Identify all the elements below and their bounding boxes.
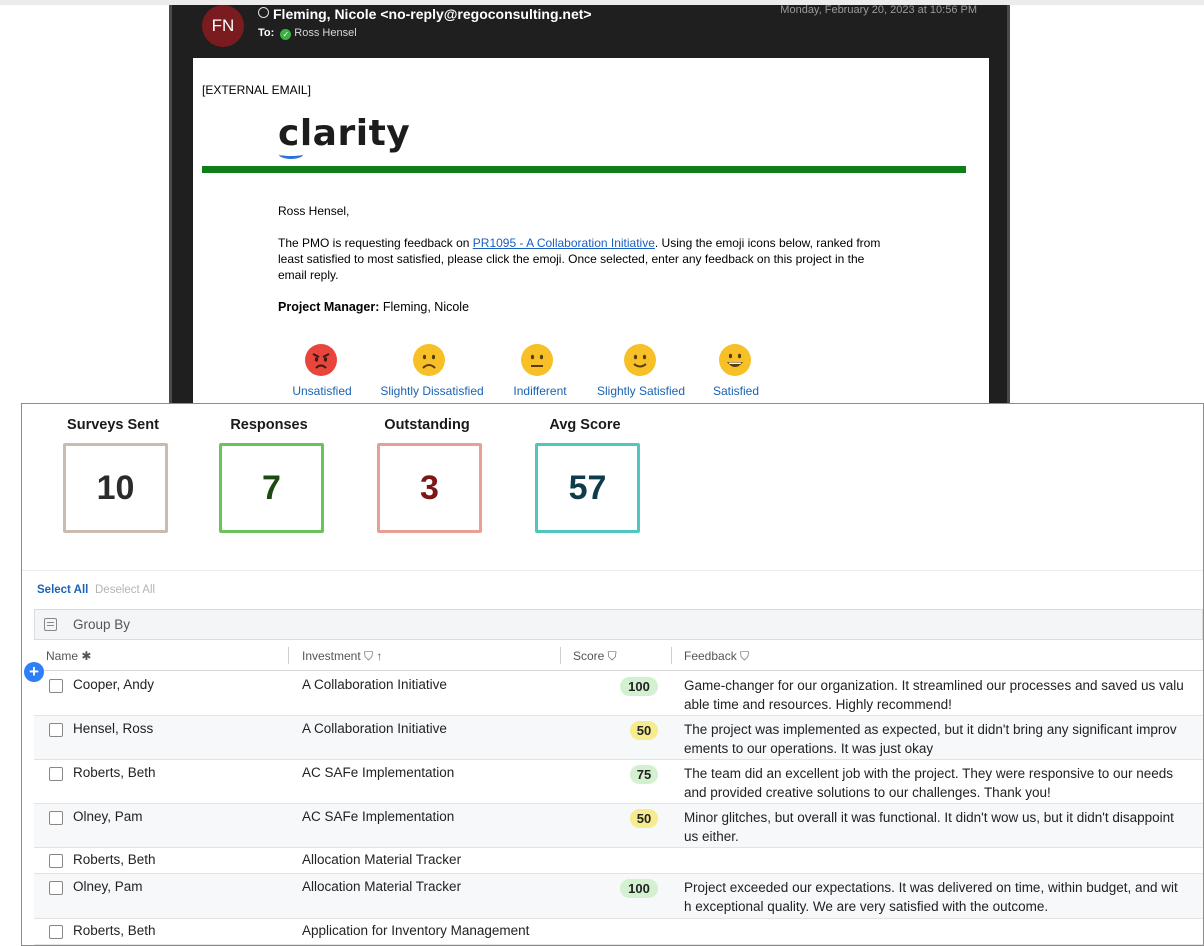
- pm-value: Fleming, Nicole: [379, 300, 470, 314]
- logo-swoosh-icon: [279, 150, 303, 159]
- score-badge: 100: [620, 677, 658, 696]
- cell-feedback: The team did an excellent job with the p…: [684, 766, 1174, 800]
- cell-investment[interactable]: AC SAFe Implementation: [302, 809, 454, 824]
- green-divider: [202, 166, 966, 173]
- kpi-label: Surveys Sent: [67, 417, 159, 433]
- emoji-label-slightly-dissatisfied[interactable]: Slightly Dissatisfied: [380, 384, 483, 398]
- table-row[interactable]: Roberts, Beth Allocation Material Tracke…: [34, 848, 1203, 874]
- add-row-button[interactable]: +: [24, 662, 44, 682]
- survey-dashboard: Surveys Sent 10 Responses 7 Outstanding …: [21, 403, 1204, 946]
- unread-ring-icon: [258, 7, 269, 18]
- emoji-label-unsatisfied[interactable]: Unsatisfied: [292, 384, 351, 398]
- cell-feedback: Project exceeded our expectations. It wa…: [684, 880, 1178, 914]
- kpi-value: 3: [377, 443, 482, 533]
- cell-investment[interactable]: A Collaboration Initiative: [302, 721, 447, 736]
- angry-face-icon[interactable]: [304, 343, 338, 377]
- column-resize-handle[interactable]: [288, 647, 289, 664]
- emoji-label-slightly-satisfied[interactable]: Slightly Satisfied: [597, 384, 685, 398]
- table-row[interactable]: Roberts, Beth AC SAFe Implementation 75 …: [34, 760, 1203, 804]
- request-paragraph: The PMO is requesting feedback on PR1095…: [278, 235, 893, 283]
- cell-name: Olney, Pam: [73, 879, 143, 894]
- sender-avatar: FN: [202, 5, 244, 47]
- table-row[interactable]: Cooper, Andy A Collaboration Initiative …: [34, 671, 1203, 716]
- row-checkbox[interactable]: [49, 854, 63, 868]
- grinning-face-icon[interactable]: [718, 343, 752, 377]
- kpi-value: 7: [219, 443, 324, 533]
- clarity-logo: clarity: [278, 113, 411, 154]
- kpi-value: 57: [535, 443, 640, 533]
- table-row[interactable]: Olney, Pam AC SAFe Implementation 50 Min…: [34, 804, 1203, 848]
- kpi-label: Outstanding: [384, 417, 470, 433]
- email-date: Monday, February 20, 2023 at 10:56 PM: [780, 4, 977, 16]
- emoji-label-satisfied[interactable]: Satisfied: [713, 384, 759, 398]
- cell-investment[interactable]: Application for Inventory Management: [302, 923, 529, 938]
- email-body: [EXTERNAL EMAIL] clarity Ross Hensel, Th…: [193, 58, 989, 405]
- row-checkbox[interactable]: [49, 811, 63, 825]
- verified-check-icon: ✓: [280, 29, 292, 40]
- table-row[interactable]: Roberts, Beth Application for Inventory …: [34, 919, 1203, 945]
- column-header-feedback[interactable]: Feedback ⛉: [684, 649, 749, 664]
- score-badge: 50: [630, 721, 658, 740]
- sender-name: Fleming, Nicole <no-reply@regoconsulting…: [273, 6, 592, 22]
- slightly-smiling-face-icon[interactable]: [623, 343, 657, 377]
- row-checkbox[interactable]: [49, 723, 63, 737]
- cell-feedback: The project was implemented as expected,…: [684, 722, 1177, 756]
- column-header-investment[interactable]: Investment ⛉ ↑: [302, 649, 382, 664]
- grid-header: Name ✱ Investment ⛉ ↑ Score ⛉ Feedback ⛉: [34, 640, 1203, 671]
- emoji-rating-row: Unsatisfied Slightly Dissatisfied Indiff…: [193, 343, 989, 403]
- score-badge: 75: [630, 765, 658, 784]
- greeting: Ross Hensel,: [278, 204, 350, 218]
- cell-investment[interactable]: Allocation Material Tracker: [302, 879, 461, 894]
- column-header-score[interactable]: Score ⛉: [573, 649, 617, 664]
- kpi-value: 10: [63, 443, 168, 533]
- frowning-face-icon[interactable]: [412, 343, 446, 377]
- pm-label: Project Manager:: [278, 300, 380, 314]
- kpi-label: Avg Score: [549, 417, 621, 433]
- sender-line[interactable]: Fleming, Nicole <no-reply@regoconsulting…: [258, 6, 592, 22]
- column-resize-handle[interactable]: [671, 647, 672, 664]
- project-manager-line: Project Manager: Fleming, Nicole: [278, 300, 469, 314]
- group-by-label: Group By: [73, 617, 131, 632]
- deselect-all-link[interactable]: Deselect All: [95, 584, 155, 596]
- cell-investment[interactable]: Allocation Material Tracker: [302, 852, 461, 867]
- score-badge: 50: [630, 809, 658, 828]
- column-header-name[interactable]: Name ✱: [46, 649, 91, 663]
- cell-name: Hensel, Ross: [73, 721, 154, 736]
- external-email-tag: [EXTERNAL EMAIL]: [202, 83, 311, 97]
- emoji-label-indifferent[interactable]: Indifferent: [513, 384, 566, 398]
- cell-feedback: Game-changer for our organization. It st…: [684, 678, 1184, 712]
- cell-investment[interactable]: AC SAFe Implementation: [302, 765, 454, 780]
- row-checkbox[interactable]: [49, 679, 63, 693]
- score-badge: 100: [620, 879, 658, 898]
- kpi-label: Responses: [230, 417, 308, 433]
- to-label: To:: [258, 27, 275, 39]
- cell-name: Olney, Pam: [73, 809, 143, 824]
- select-all-link[interactable]: Select All: [37, 584, 88, 596]
- cell-name: Cooper, Andy: [73, 677, 155, 692]
- recipient-line: To: ✓ Ross Hensel: [258, 27, 357, 40]
- cell-feedback: Minor glitches, but overall it was funct…: [684, 810, 1174, 844]
- table-row[interactable]: Hensel, Ross A Collaboration Initiative …: [34, 716, 1203, 760]
- cell-investment[interactable]: A Collaboration Initiative: [302, 677, 447, 692]
- section-divider: [22, 570, 1203, 571]
- group-by-bar[interactable]: Group By: [34, 609, 1203, 640]
- table-row[interactable]: Olney, Pam Allocation Material Tracker 1…: [34, 874, 1203, 919]
- recipient-name[interactable]: Ross Hensel: [294, 27, 356, 39]
- body-text-pre: The PMO is requesting feedback on: [278, 236, 473, 250]
- row-checkbox[interactable]: [49, 925, 63, 939]
- column-resize-handle[interactable]: [560, 647, 561, 664]
- email-window: FN Fleming, Nicole <no-reply@regoconsult…: [169, 4, 1010, 405]
- cell-name: Roberts, Beth: [73, 923, 156, 938]
- row-checkbox[interactable]: [49, 767, 63, 781]
- project-link[interactable]: PR1095 - A Collaboration Initiative: [473, 236, 655, 250]
- group-by-icon: [44, 618, 57, 631]
- row-checkbox[interactable]: [49, 881, 63, 895]
- cell-name: Roberts, Beth: [73, 765, 156, 780]
- neutral-face-icon[interactable]: [520, 343, 554, 377]
- cell-name: Roberts, Beth: [73, 852, 156, 867]
